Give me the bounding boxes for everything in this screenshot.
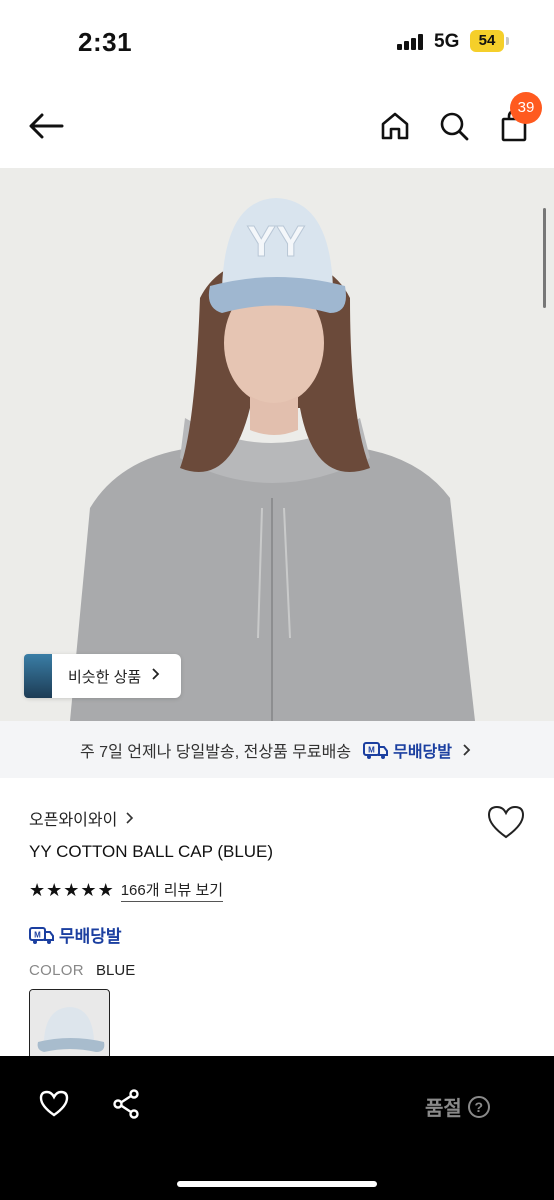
color-key: COLOR bbox=[29, 962, 84, 979]
brand-name: 오픈와이와이 bbox=[29, 812, 118, 829]
share-icon[interactable] bbox=[108, 1086, 144, 1122]
network-label: 5G bbox=[434, 31, 460, 52]
similar-products-button[interactable]: 비슷한 상품 bbox=[24, 654, 181, 698]
color-row: COLOR BLUE bbox=[29, 962, 135, 979]
status-time: 2:31 bbox=[78, 27, 133, 57]
product-title: YY COTTON BALL CAP (BLUE) bbox=[29, 842, 274, 861]
arrow-left-icon[interactable] bbox=[26, 106, 66, 146]
delivery-truck-icon: M bbox=[363, 741, 389, 759]
svg-text:M: M bbox=[34, 930, 41, 939]
brand-link[interactable]: 오픈와이와이 bbox=[29, 806, 137, 830]
model-photo: YY bbox=[0, 168, 554, 721]
sold-out-status: 품절 ? bbox=[425, 1092, 490, 1121]
question-circle-icon[interactable]: ? bbox=[467, 1095, 490, 1118]
cart-count-badge: 39 bbox=[510, 92, 542, 124]
star-icon: ★ bbox=[97, 880, 114, 900]
image-scroll-indicator bbox=[543, 208, 546, 308]
free-shipping-label: 무배당발 bbox=[59, 927, 122, 946]
free-shipping-badge: M 무배당발 bbox=[29, 922, 122, 947]
svg-text:M: M bbox=[368, 745, 375, 754]
star-rating: ★ ★ ★ ★ ★ bbox=[29, 880, 115, 901]
chevron-right-icon bbox=[463, 743, 471, 756]
shipping-badge-label: 무배당발 bbox=[393, 743, 452, 761]
status-bar: 2:31 5G 54 bbox=[0, 0, 554, 84]
review-link[interactable]: 166개 리뷰 보기 bbox=[120, 879, 224, 902]
color-value: BLUE bbox=[96, 962, 136, 979]
chevron-right-icon bbox=[151, 667, 161, 686]
shipping-banner[interactable]: 주 7일 언제나 당일발송, 전상품 무료배송 M 무배당발 bbox=[0, 721, 554, 778]
star-icon: ★ bbox=[80, 880, 97, 900]
signal-icon bbox=[397, 34, 425, 50]
heart-icon[interactable] bbox=[486, 804, 526, 844]
delivery-truck-icon: M bbox=[29, 926, 54, 944]
svg-text:YY: YY bbox=[247, 217, 306, 266]
shipping-badge: M 무배당발 bbox=[363, 738, 474, 762]
star-icon: ★ bbox=[46, 880, 63, 900]
similar-products-label: 비슷한 상품 bbox=[68, 668, 142, 686]
battery-tip bbox=[506, 37, 509, 45]
bottom-action-bar bbox=[0, 1056, 554, 1200]
rating-row[interactable]: ★ ★ ★ ★ ★ 166개 리뷰 보기 bbox=[29, 879, 224, 902]
battery-icon: 54 bbox=[470, 30, 504, 52]
heart-icon[interactable] bbox=[36, 1086, 72, 1122]
home-indicator bbox=[177, 1181, 377, 1187]
home-icon[interactable] bbox=[376, 106, 414, 146]
star-icon: ★ bbox=[29, 880, 46, 900]
product-image[interactable]: YY 비슷한 상품 bbox=[0, 168, 554, 721]
similar-thumbnail bbox=[24, 654, 52, 698]
chevron-right-icon bbox=[126, 812, 134, 824]
search-icon[interactable] bbox=[434, 106, 474, 146]
star-icon: ★ bbox=[63, 880, 80, 900]
shipping-banner-text: 주 7일 언제나 당일발송, 전상품 무료배송 bbox=[80, 743, 352, 761]
sold-out-label: 품절 bbox=[425, 1098, 462, 1120]
